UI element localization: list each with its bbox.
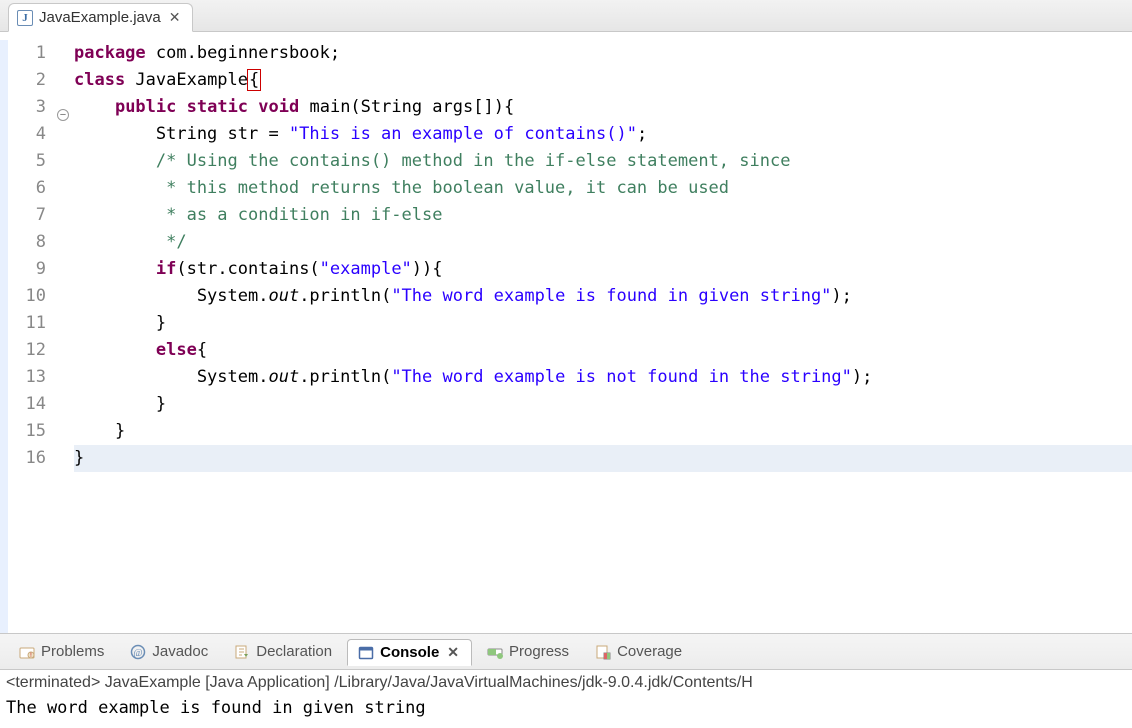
line-number: 13 [8, 364, 46, 391]
gutter-marker-strip [0, 40, 8, 633]
view-tab-javadoc[interactable]: @ Javadoc [119, 638, 219, 665]
close-icon[interactable]: ✕ [167, 9, 183, 26]
editor-tabbar: J JavaExample.java ✕ [0, 0, 1132, 32]
view-tab-coverage[interactable]: Coverage [584, 638, 693, 665]
declaration-icon [234, 644, 250, 660]
code-line[interactable]: */ [74, 229, 1132, 256]
view-tab-label: Javadoc [152, 643, 208, 660]
close-icon[interactable]: ✕ [445, 644, 461, 661]
view-tab-console[interactable]: Console ✕ [347, 639, 472, 666]
code-line[interactable]: } [74, 391, 1132, 418]
console-view: <terminated> JavaExample [Java Applicati… [0, 670, 1132, 728]
javadoc-icon: @ [130, 644, 146, 660]
view-tab-problems[interactable]: ! Problems [8, 638, 115, 665]
coverage-icon [595, 644, 611, 660]
line-number: 2 [8, 67, 46, 94]
code-line[interactable]: System.out.println("The word example is … [74, 283, 1132, 310]
code-line[interactable]: package com.beginnersbook; [74, 40, 1132, 67]
view-tab-label: Coverage [617, 643, 682, 660]
view-tab-declaration[interactable]: Declaration [223, 638, 343, 665]
problems-icon: ! [19, 644, 35, 660]
line-number: 4 [8, 121, 46, 148]
line-number: 6 [8, 175, 46, 202]
line-number: 1 [8, 40, 46, 67]
code-line[interactable]: else{ [74, 337, 1132, 364]
view-tab-label: Declaration [256, 643, 332, 660]
java-file-icon: J [17, 10, 33, 26]
code-line[interactable]: System.out.println("The word example is … [74, 364, 1132, 391]
views-tabbar: ! Problems @ Javadoc Declaration Console ✕ Prog… [0, 634, 1132, 670]
svg-text:@: @ [134, 648, 143, 659]
code-line[interactable]: * as a condition in if-else [74, 202, 1132, 229]
line-number: 14 [8, 391, 46, 418]
line-number: 10 [8, 283, 46, 310]
code-line[interactable]: public static void main(String args[]){ [74, 94, 1132, 121]
line-number: 9 [8, 256, 46, 283]
view-tab-progress[interactable]: Progress [476, 638, 580, 665]
code-line[interactable]: String str = "This is an example of cont… [74, 121, 1132, 148]
line-number: 7 [8, 202, 46, 229]
console-status: <terminated> JavaExample [Java Applicati… [6, 672, 1126, 696]
code-line[interactable]: } [74, 310, 1132, 337]
editor-tab-javaexample[interactable]: J JavaExample.java ✕ [8, 3, 193, 32]
progress-icon [487, 644, 503, 660]
view-tab-label: Progress [509, 643, 569, 660]
fold-toggle-icon[interactable]: − [57, 109, 69, 121]
code-line[interactable]: } [74, 445, 1132, 472]
line-number: 3 [8, 94, 46, 121]
console-icon [358, 645, 374, 661]
code-content[interactable]: package com.beginnersbook;class JavaExam… [74, 32, 1132, 633]
view-tab-label: Problems [41, 643, 104, 660]
line-number: 12 [8, 337, 46, 364]
editor-gutter: 12345678910111213141516 − [0, 32, 74, 633]
editor-tab-label: JavaExample.java [39, 9, 161, 26]
line-number: 8 [8, 229, 46, 256]
code-line[interactable]: class JavaExample{ [74, 67, 1132, 94]
view-tab-label: Console [380, 644, 439, 661]
code-line[interactable]: } [74, 418, 1132, 445]
ide-window: J JavaExample.java ✕ 1234567891011121314… [0, 0, 1132, 728]
line-number: 15 [8, 418, 46, 445]
code-editor[interactable]: 12345678910111213141516 − package com.be… [0, 32, 1132, 634]
code-line[interactable]: if(str.contains("example")){ [74, 256, 1132, 283]
code-line[interactable]: * this method returns the boolean value,… [74, 175, 1132, 202]
console-output: The word example is found in given strin… [6, 696, 1126, 718]
code-line[interactable]: /* Using the contains() method in the if… [74, 148, 1132, 175]
line-number: 11 [8, 310, 46, 337]
line-number: 5 [8, 148, 46, 175]
line-number: 16 [8, 445, 46, 472]
